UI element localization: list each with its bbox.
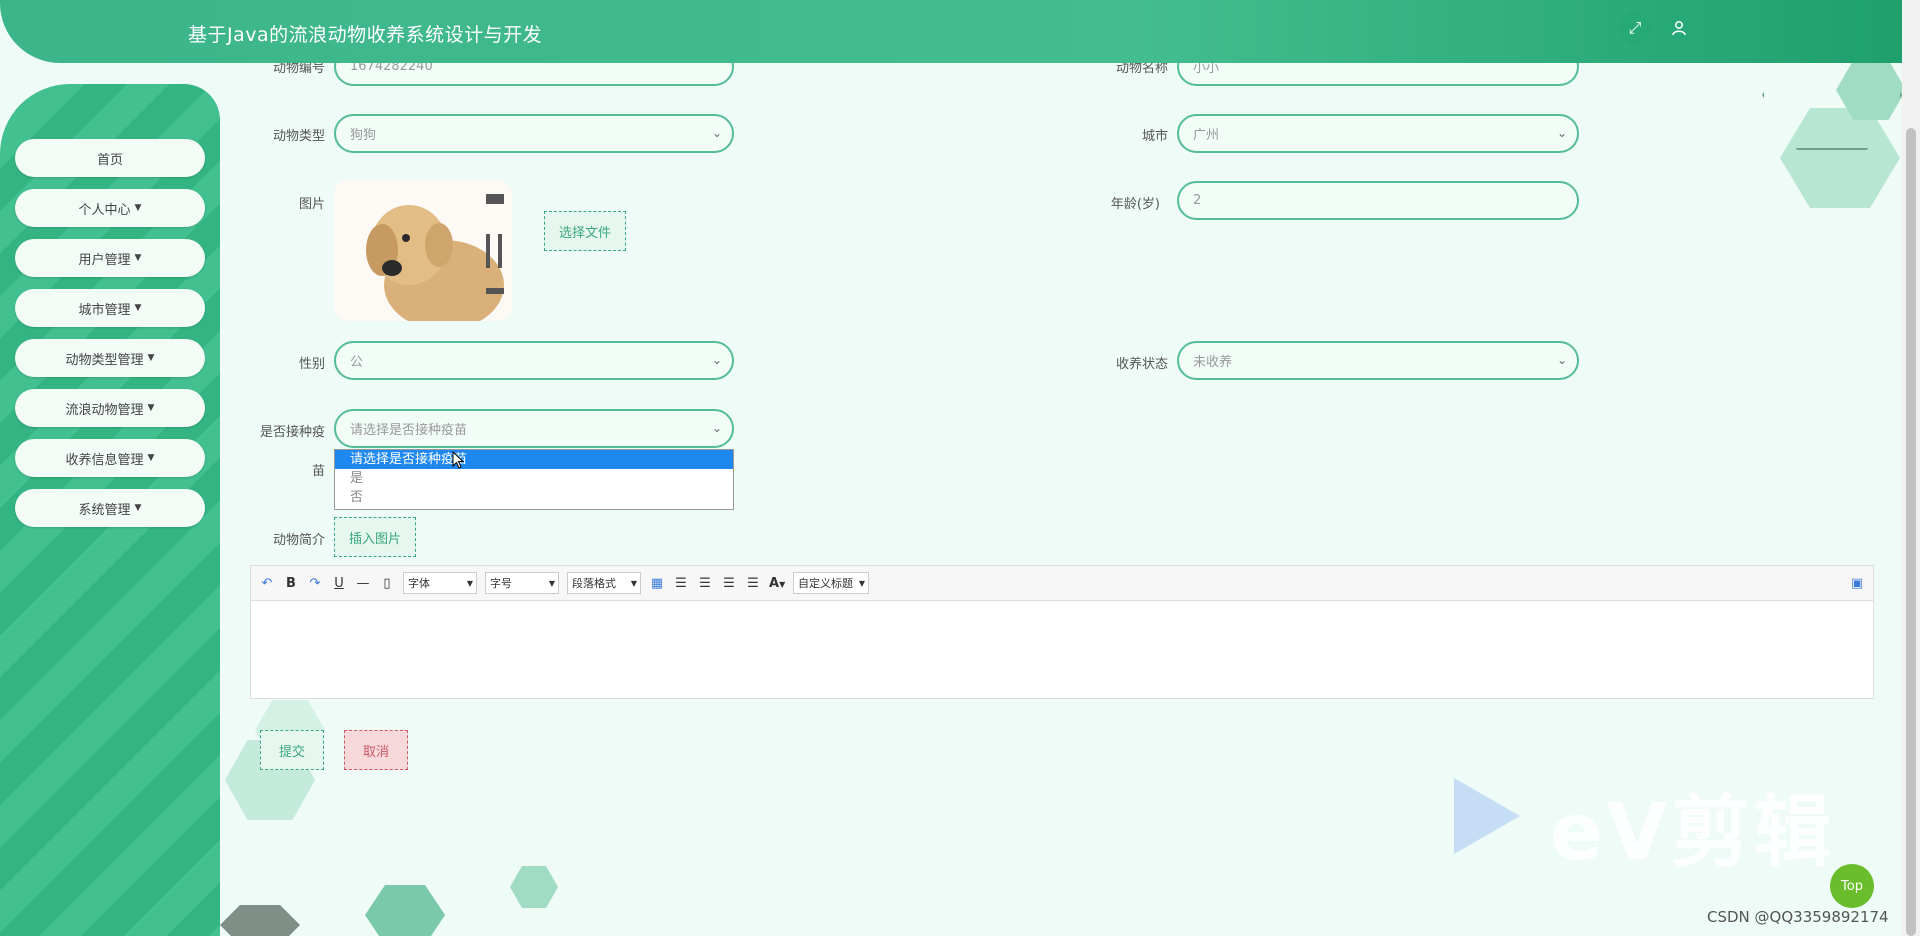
cancel-button[interactable]: 取消 — [344, 730, 408, 770]
city-label: 城市 — [1141, 129, 1168, 144]
app-header: 基于Java的流浪动物收养系统设计与开发 ⤢ — [0, 0, 1902, 63]
age-input[interactable]: 2 — [1177, 181, 1579, 220]
align-justify-icon[interactable]: ☰ — [745, 576, 761, 591]
chevron-down-icon: ⌄ — [711, 353, 722, 367]
insert-image-button[interactable]: 插入图片 — [334, 517, 416, 557]
vaccinated-label-wrap: 苗 — [311, 464, 325, 479]
city-select[interactable]: 广州 ⌄ — [1177, 114, 1579, 153]
age-label: 年龄(岁) — [1110, 197, 1160, 212]
watermark-logo-icon — [1452, 776, 1522, 860]
bold-icon[interactable]: B — [283, 576, 299, 591]
caret-down-icon: ▼ — [134, 503, 142, 513]
sidebar-item-adoption-info-management[interactable]: 收养信息管理 ▼ — [15, 439, 205, 477]
chevron-down-icon: ⌄ — [1556, 353, 1567, 367]
adopt-status-select[interactable]: 未收养 ⌄ — [1177, 341, 1579, 380]
vaccinated-label: 是否接种疫 — [259, 425, 325, 440]
caret-down-icon: ▼ — [134, 303, 142, 313]
dropdown-option-no[interactable]: 否 — [335, 488, 733, 507]
dropdown-option-placeholder[interactable]: 请选择是否接种疫苗 — [335, 450, 733, 469]
intro-label: 动物简介 — [272, 533, 325, 548]
dropdown-option-yes[interactable]: 是 — [335, 469, 733, 488]
sidebar-item-personal-center[interactable]: 个人中心 ▼ — [15, 189, 205, 227]
scrollbar-thumb[interactable] — [1906, 128, 1916, 936]
submit-button[interactable]: 提交 — [260, 730, 324, 770]
decor-hexagon — [365, 885, 445, 936]
sidebar-item-system-management[interactable]: 系统管理 ▼ — [15, 489, 205, 527]
page-scrollbar[interactable] — [1902, 0, 1920, 936]
caret-down-icon: ▼ — [466, 578, 473, 588]
animal-image — [334, 180, 512, 321]
caret-down-icon: ▼ — [147, 403, 155, 413]
caret-down-icon: ▼ — [147, 353, 155, 363]
watermark-text: eV剪辑 — [1550, 788, 1836, 878]
choose-file-button[interactable]: 选择文件 — [544, 211, 626, 251]
decor-hexagon — [510, 866, 558, 908]
caret-down-icon: ▼ — [134, 203, 142, 213]
paragraph-format-select[interactable]: 段落格式 ▼ — [567, 572, 641, 594]
chevron-down-icon: ⌄ — [711, 421, 722, 435]
user-icon[interactable] — [1663, 12, 1695, 44]
undo-icon[interactable]: ↶ — [259, 576, 275, 591]
credit-text: CSDN @QQ3359892174 — [1707, 908, 1889, 926]
caret-down-icon: ▼ — [858, 578, 865, 588]
sidebar: 首页 个人中心 ▼ 用户管理 ▼ 城市管理 ▼ 动物类型管理 ▼ 流浪动物管理 ▼ 收养信… — [0, 84, 220, 936]
font-family-select[interactable]: 字体 ▼ — [403, 572, 477, 594]
sidebar-item-home[interactable]: 首页 — [15, 139, 205, 177]
rich-text-editor: ↶ B ↷ U — ▯ 字体 ▼ 字号 ▼ 段落格式 ▼ ▦ ☰ ☰ ☰ ☰ A▼ 自… — [250, 565, 1874, 699]
caret-down-icon: ▼ — [630, 578, 637, 588]
caret-down-icon: ▼ — [548, 578, 555, 588]
font-color-icon[interactable]: A▼ — [769, 576, 785, 591]
redo-icon[interactable]: ↷ — [307, 576, 323, 591]
vaccinated-dropdown: 请选择是否接种疫苗 是 否 — [334, 449, 734, 510]
app-title: 基于Java的流浪动物收养系统设计与开发 — [188, 24, 543, 46]
custom-title-select[interactable]: 自定义标题 ▼ — [793, 572, 869, 594]
caret-down-icon: ▼ — [134, 253, 142, 263]
align-right-icon[interactable]: ☰ — [697, 576, 713, 591]
gender-label: 性别 — [298, 357, 325, 372]
animal-type-select[interactable]: 狗狗 ⌄ — [334, 114, 734, 153]
align-center-icon[interactable]: ☰ — [721, 576, 737, 591]
table-icon[interactable]: ▦ — [649, 576, 665, 591]
font-size-select[interactable]: 字号 ▼ — [485, 572, 559, 594]
back-to-top-button[interactable]: Top — [1830, 864, 1874, 908]
document-icon[interactable]: ▯ — [379, 576, 395, 591]
fullscreen-editor-icon[interactable]: ▣ — [1849, 576, 1865, 591]
chevron-down-icon: ⌄ — [711, 126, 722, 140]
mouse-cursor-icon — [452, 450, 465, 473]
caret-down-icon: ▼ — [147, 453, 155, 463]
sidebar-item-user-management[interactable]: 用户管理 ▼ — [15, 239, 205, 277]
vaccinated-select[interactable]: 请选择是否接种疫苗 ⌄ — [334, 409, 734, 448]
sidebar-item-stray-animal-management[interactable]: 流浪动物管理 ▼ — [15, 389, 205, 427]
animal-type-label: 动物类型 — [272, 129, 325, 144]
horizontal-rule-icon[interactable]: — — [355, 576, 371, 591]
adopt-status-label: 收养状态 — [1115, 357, 1168, 372]
underline-icon[interactable]: U — [331, 576, 347, 591]
editor-toolbar: ↶ B ↷ U — ▯ 字体 ▼ 字号 ▼ 段落格式 ▼ ▦ ☰ ☰ ☰ ☰ A▼ 自… — [251, 566, 1873, 601]
chevron-down-icon: ⌄ — [1556, 126, 1567, 140]
sidebar-item-animal-type-management[interactable]: 动物类型管理 ▼ — [15, 339, 205, 377]
align-left-icon[interactable]: ☰ — [673, 576, 689, 591]
decor-hexagon — [220, 905, 300, 936]
fullscreen-icon[interactable]: ⤢ — [1619, 12, 1651, 44]
gender-select[interactable]: 公 ⌄ — [334, 341, 734, 380]
image-label: 图片 — [298, 197, 325, 212]
sidebar-item-city-management[interactable]: 城市管理 ▼ — [15, 289, 205, 327]
